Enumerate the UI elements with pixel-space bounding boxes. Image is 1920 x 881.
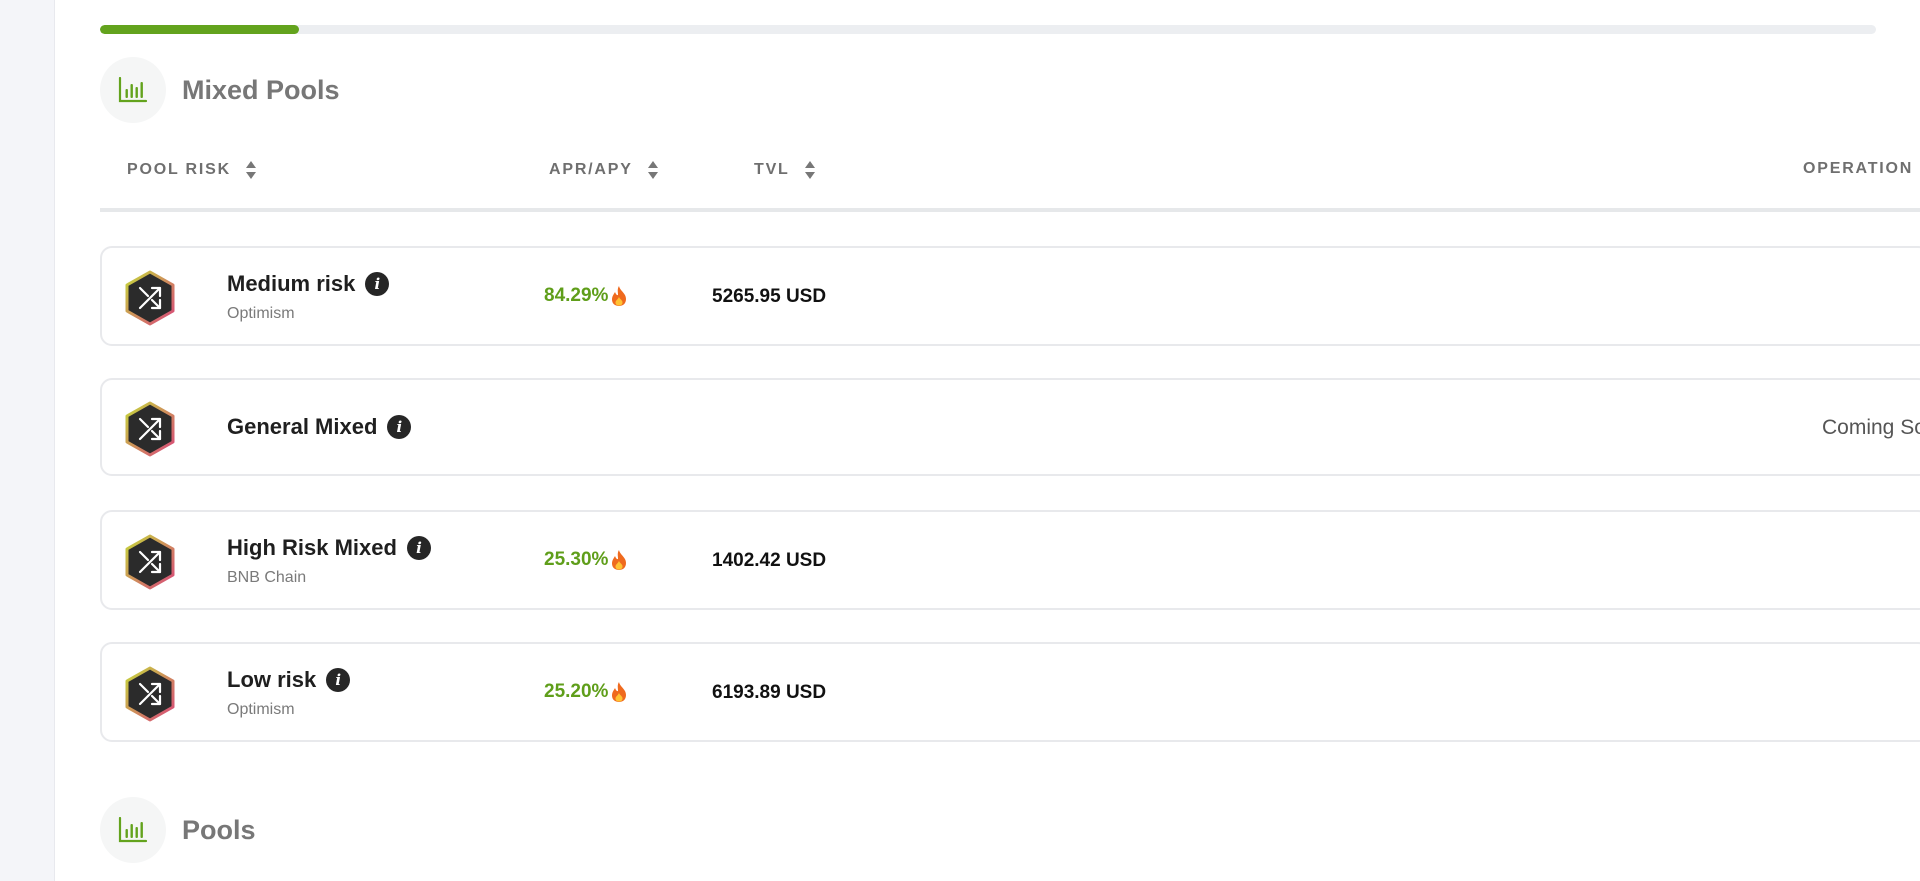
pool-chain: BNB Chain [227, 569, 307, 586]
info-icon[interactable]: i [365, 272, 390, 296]
bar-chart-icon [100, 57, 166, 123]
pool-apr-value: 25.30% [544, 549, 609, 570]
pool-chain: Optimism [227, 701, 295, 718]
pool-apr-value: 25.20% [544, 681, 609, 702]
progress-bar-fill [100, 25, 299, 34]
pool-name-wrap: High Risk Mixed i [227, 535, 431, 561]
pool-tvl: 1402.42 USD [712, 550, 827, 571]
pool-tvl: 6193.89 USD [712, 682, 827, 703]
pool-name-wrap: Medium risk i [227, 271, 390, 297]
pool-row[interactable]: Low risk i Optimism 25.20% 6193.89 USD [100, 642, 1920, 742]
fire-icon [610, 285, 628, 307]
section-title-pools: Pools [182, 814, 256, 845]
pool-name: High Risk Mixed [227, 535, 397, 560]
pool-apr: 84.29% [544, 285, 628, 307]
pool-apr: 25.20% [544, 681, 628, 703]
fire-icon [610, 549, 628, 571]
info-icon[interactable]: i [406, 536, 431, 560]
main-content: Mixed Pools POOL RISK APR/APY TVL OPERAT… [55, 0, 1920, 881]
pools-header: Pools [100, 797, 256, 863]
left-rail [0, 0, 55, 881]
progress-bar [100, 25, 1876, 34]
shuffle-icon [122, 270, 178, 326]
info-icon[interactable]: i [387, 415, 412, 439]
column-header-label: TVL [754, 161, 790, 178]
pool-name-wrap: General Mixed i [227, 414, 412, 440]
pool-apr-value: 84.29% [544, 285, 609, 306]
pool-name: General Mixed [227, 414, 378, 439]
column-header-label: OPERATION [1803, 160, 1914, 177]
pool-name: Low risk [227, 667, 317, 692]
column-header-pool-risk[interactable]: POOL RISK [127, 160, 257, 180]
shuffle-icon [122, 401, 178, 457]
sort-icon[interactable] [245, 160, 257, 180]
column-header-operation: OPERATION [1803, 160, 1913, 178]
sort-icon[interactable] [804, 160, 816, 180]
pool-row[interactable]: High Risk Mixed i BNB Chain 25.30% 1402.… [100, 510, 1920, 610]
table-header: POOL RISK APR/APY TVL OPERATION [100, 150, 1920, 212]
pool-operation: Coming Soon [1822, 416, 1920, 439]
column-header-label: POOL RISK [127, 161, 231, 178]
sort-icon[interactable] [647, 160, 659, 180]
pool-row[interactable]: General Mixed i Coming Soon [100, 378, 1920, 476]
info-icon[interactable]: i [326, 668, 351, 692]
pool-chain: Optimism [227, 305, 295, 322]
column-header-label: APR/APY [549, 161, 633, 178]
pool-name: Medium risk [227, 271, 356, 296]
pool-name-wrap: Low risk i [227, 667, 351, 693]
mixed-pools-header: Mixed Pools [100, 57, 340, 123]
column-header-apr-apy[interactable]: APR/APY [549, 160, 659, 180]
section-title-mixed-pools: Mixed Pools [182, 74, 340, 105]
pool-row[interactable]: Medium risk i Optimism 84.29% 5265.95 US… [100, 246, 1920, 346]
bar-chart-icon [100, 797, 166, 863]
fire-icon [610, 681, 628, 703]
pool-apr: 25.30% [544, 549, 628, 571]
column-header-tvl[interactable]: TVL [754, 160, 816, 180]
pool-tvl: 5265.95 USD [712, 286, 827, 307]
shuffle-icon [122, 666, 178, 722]
shuffle-icon [122, 534, 178, 590]
